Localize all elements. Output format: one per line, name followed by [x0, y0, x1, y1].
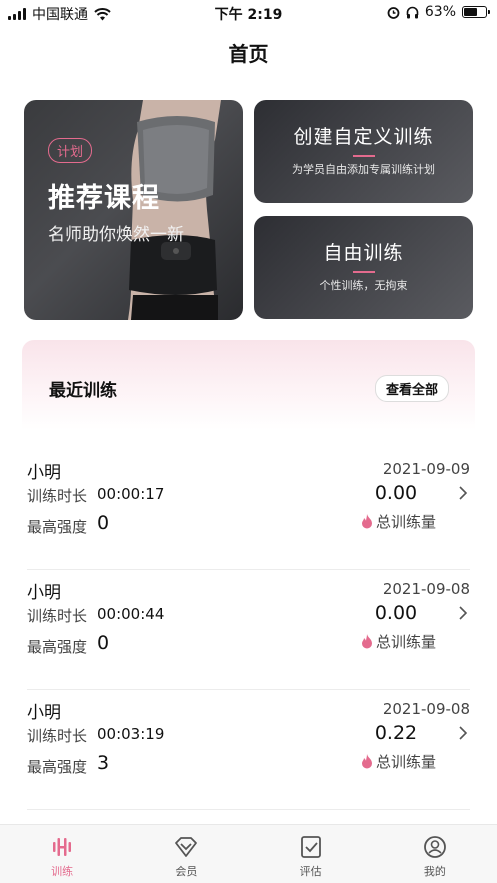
profile-icon: [423, 836, 446, 858]
page-title: 首页: [228, 42, 269, 66]
assessment-icon: [300, 836, 321, 858]
total-volume-text: 总训练量: [375, 753, 436, 771]
custom-training-title: 创建自定义训练: [293, 126, 434, 148]
view-all-button[interactable]: 查看全部: [374, 375, 449, 402]
tab-member[interactable]: 会员: [124, 825, 248, 883]
tab-assessment[interactable]: 评估: [249, 825, 373, 883]
free-training-divider: [352, 271, 375, 273]
chevron-right-icon: [459, 486, 468, 500]
battery-icon: [462, 6, 490, 18]
flame-icon: [361, 754, 372, 769]
total-volume-label: 总训练量: [361, 631, 436, 652]
record-name: 小明: [27, 583, 61, 603]
tab-training-label: 训练: [51, 865, 74, 878]
intensity-label: 最高强度: [27, 758, 88, 776]
tab-profile-label: 我的: [423, 865, 446, 878]
custom-training-divider: [352, 155, 375, 157]
recent-training-list: 小明 2021-09-09 训练时长 00:00:17 最高强度 0 0.00 …: [0, 450, 497, 810]
intensity-value: 0: [97, 632, 110, 654]
total-volume-value: 0.00: [374, 482, 418, 504]
total-volume-text: 总训练量: [375, 513, 436, 531]
tab-member-label: 会员: [175, 865, 198, 878]
free-training-card[interactable]: 自由训练 个性训练，无拘束: [254, 216, 473, 319]
chevron-right-icon: [459, 606, 468, 620]
total-volume-value: 0.22: [374, 722, 418, 744]
duration-label: 训练时长: [27, 607, 88, 625]
intensity-value: 0: [97, 512, 110, 534]
record-name: 小明: [27, 703, 61, 723]
duration-label: 训练时长: [27, 487, 88, 505]
intensity-label: 最高强度: [27, 638, 88, 656]
intensity-label: 最高强度: [27, 518, 88, 536]
headphones-icon: [406, 6, 419, 18]
recent-training-title: 最近训练: [49, 381, 117, 401]
tab-profile[interactable]: 我的: [373, 825, 497, 883]
create-custom-training-card[interactable]: 创建自定义训练 为学员自由添加专属训练计划: [254, 100, 473, 203]
total-volume-label: 总训练量: [361, 751, 436, 772]
flame-icon: [361, 634, 372, 649]
flame-icon: [361, 514, 372, 529]
chevron-right-icon: [459, 726, 468, 740]
duration-value: 00:00:17: [97, 485, 165, 503]
recommended-course-card[interactable]: 计划 推荐课程 名师助你焕然一新: [24, 100, 243, 320]
total-volume-value: 0.00: [374, 602, 418, 624]
duration-value: 00:03:19: [97, 725, 165, 743]
status-bar: 中国联通 下午 2:19 63%: [0, 0, 497, 26]
duration-value: 00:00:44: [97, 605, 165, 623]
status-right: 63%: [387, 4, 490, 20]
member-icon: [175, 837, 198, 857]
recommended-course-title: 推荐课程: [48, 183, 160, 214]
plan-tag: 计划: [48, 138, 93, 163]
battery-percent: 63%: [424, 4, 456, 20]
recommended-course-subtitle: 名师助你焕然一新: [48, 225, 184, 245]
training-record-row[interactable]: 小明 2021-09-09 训练时长 00:00:17 最高强度 0 0.00 …: [27, 450, 470, 570]
training-record-row[interactable]: 小明 2021-09-08 训练时长 00:03:19 最高强度 3 0.22 …: [27, 690, 470, 810]
tab-assessment-label: 评估: [299, 865, 322, 878]
total-volume-label: 总训练量: [361, 511, 436, 532]
alarm-icon: [387, 6, 400, 19]
training-icon: [53, 838, 72, 856]
record-date: 2021-09-08: [382, 700, 470, 718]
free-training-subtitle: 个性训练，无拘束: [319, 279, 408, 292]
custom-training-subtitle: 为学员自由添加专属训练计划: [292, 163, 435, 176]
recent-training-header: 最近训练 查看全部: [22, 340, 475, 430]
record-date: 2021-09-08: [382, 580, 470, 598]
record-name: 小明: [27, 463, 61, 483]
free-training-title: 自由训练: [323, 242, 404, 264]
duration-label: 训练时长: [27, 727, 88, 745]
training-record-row[interactable]: 小明 2021-09-08 训练时长 00:00:44 最高强度 0 0.00 …: [27, 570, 470, 690]
record-date: 2021-09-09: [382, 460, 470, 478]
total-volume-text: 总训练量: [375, 633, 436, 651]
bottom-tab-bar: 训练 会员 评估 我的: [0, 824, 497, 883]
intensity-value: 3: [97, 752, 110, 774]
tab-training[interactable]: 训练: [0, 825, 124, 883]
